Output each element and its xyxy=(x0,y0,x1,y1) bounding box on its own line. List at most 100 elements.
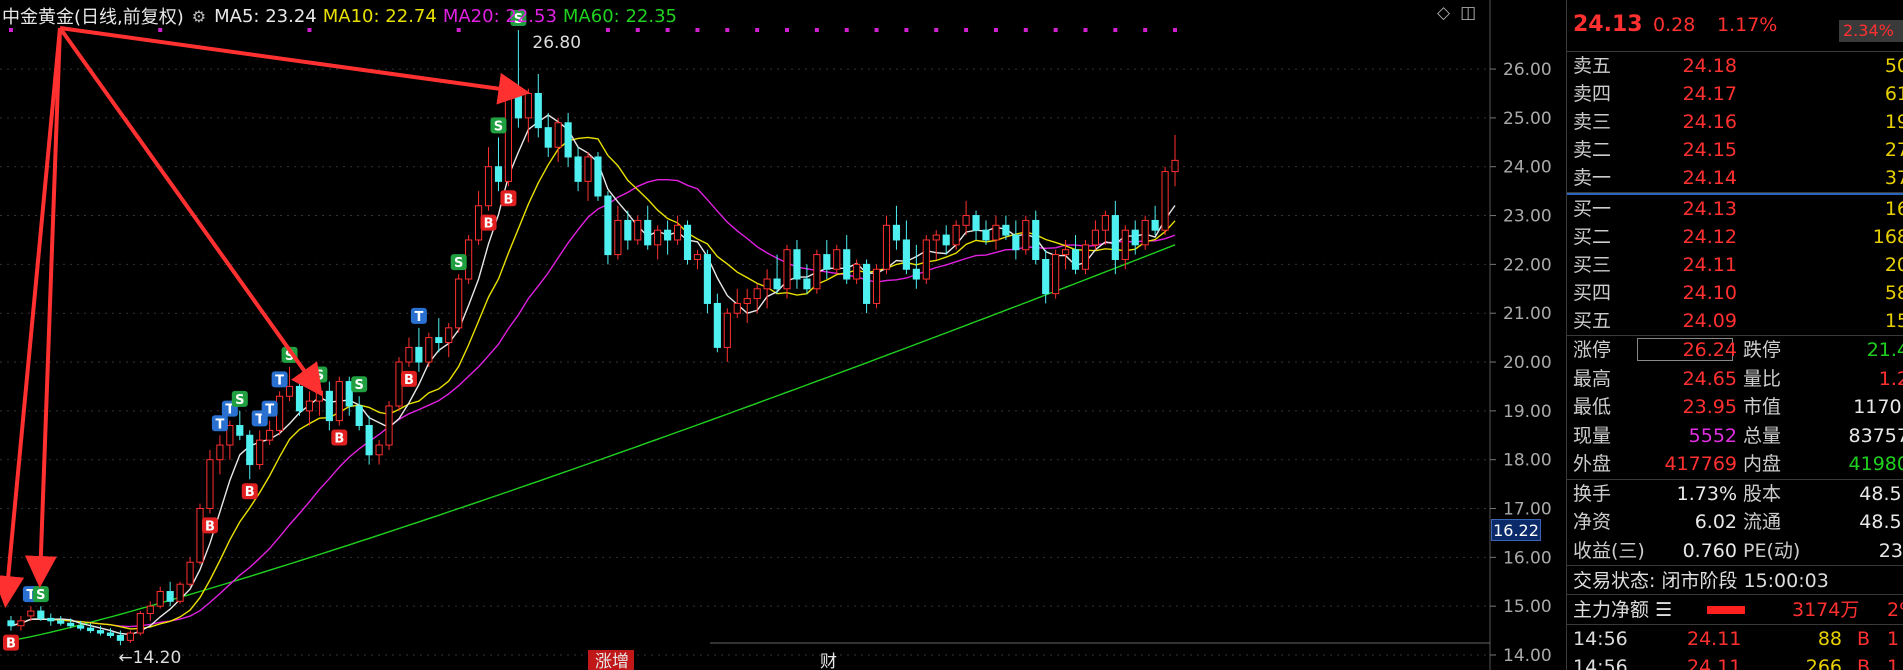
candle-body xyxy=(693,254,702,260)
ask-row[interactable]: 卖四 24.17 61 xyxy=(1567,80,1903,108)
bid-volume: 16 xyxy=(1884,198,1903,220)
kline-chart[interactable]: 26.00 25.00 24.00 23.00 22.00 21.00 20.00 19.00… xyxy=(0,0,1566,670)
candle-body xyxy=(624,219,632,241)
candle-body xyxy=(892,224,901,241)
candle-body xyxy=(932,234,940,241)
signal-dot xyxy=(1053,28,1058,32)
bid-label: 买五 xyxy=(1573,310,1612,332)
bid-label: 买二 xyxy=(1573,226,1612,248)
window-toggle-icon[interactable]: ◫ xyxy=(1460,3,1476,23)
diamond-icon[interactable]: ◇ xyxy=(1437,3,1450,23)
signal-dot xyxy=(1113,28,1118,32)
ask-label: 卖五 xyxy=(1573,55,1612,77)
candle-body xyxy=(763,278,771,290)
ma5-label: MA5: 23.24 xyxy=(214,5,317,27)
candle-body xyxy=(295,385,304,412)
stat-label-2: 总量 xyxy=(1743,424,1782,447)
y-tick-label: 24.00 xyxy=(1503,158,1552,178)
candle-body xyxy=(305,400,314,412)
stat-value-2: 41980 xyxy=(1848,453,1903,475)
tick-dir: B xyxy=(1857,628,1871,650)
candle-body xyxy=(176,583,184,602)
candle-body xyxy=(773,278,781,290)
sector-badge[interactable]: 2.34% xyxy=(1839,20,1903,42)
settings-gear-icon[interactable]: ⚙ xyxy=(192,7,206,26)
tick-row[interactable]: 14:56 24.11 88 B 1 xyxy=(1567,625,1903,653)
ask-book: 卖五 24.18 50 卖四 24.17 61 卖三 24.16 19 卖二 24.15 27 卖一 24… xyxy=(1567,52,1903,193)
candle-body xyxy=(683,224,692,260)
candle-body xyxy=(1101,215,1109,231)
tick-qty: 266 xyxy=(1805,656,1842,670)
stat-row: 现量 5552 总量 83757 xyxy=(1567,422,1903,451)
candle-body xyxy=(27,610,35,617)
candle-body xyxy=(425,337,433,363)
tick-row[interactable]: 14:56 24.11 266 B 1 xyxy=(1567,653,1903,670)
ask-label: 卖四 xyxy=(1573,83,1612,105)
signal-marker-text: S xyxy=(235,393,244,408)
price-change: 0.28 xyxy=(1653,14,1696,36)
stat-label: 涨停 xyxy=(1573,339,1612,361)
candle-body xyxy=(554,122,562,148)
candle-body xyxy=(206,459,214,510)
tick-list[interactable]: 14:56 24.11 88 B 1 14:56 24.11 266 B 1 xyxy=(1567,625,1903,670)
candle-body xyxy=(962,215,970,226)
bid-row[interactable]: 买五 24.09 15 xyxy=(1567,307,1903,335)
bid-row[interactable]: 买二 24.12 168 xyxy=(1567,223,1903,251)
bid-row[interactable]: 买一 24.13 16 xyxy=(1567,195,1903,223)
signal-dot xyxy=(934,28,939,32)
tick-dir: B xyxy=(1857,656,1871,670)
tick-price: 24.11 xyxy=(1687,656,1742,670)
candle-body xyxy=(1131,229,1139,246)
bid-volume: 15 xyxy=(1884,310,1903,332)
ask-row[interactable]: 卖二 24.15 27 xyxy=(1567,136,1903,164)
ask-volume: 37 xyxy=(1884,167,1903,189)
bid-row[interactable]: 买三 24.11 20 xyxy=(1567,251,1903,279)
stat-value: 24.65 xyxy=(1682,367,1737,390)
y-tick-label: 17.00 xyxy=(1503,500,1552,520)
y-tick-label: 26.00 xyxy=(1503,60,1552,80)
main-flow-value: 3174万 xyxy=(1792,599,1860,621)
ask-row[interactable]: 卖三 24.16 19 xyxy=(1567,108,1903,136)
stat-row: 换手 1.73% 股本 48.5( xyxy=(1567,480,1903,509)
candle-body xyxy=(266,429,274,441)
ask-label: 卖一 xyxy=(1573,167,1612,189)
signal-marker-text: S xyxy=(36,588,45,603)
stat-label-2: 量比 xyxy=(1743,367,1782,390)
high-price-label: 26.80 xyxy=(532,33,581,53)
candle-body xyxy=(574,156,582,182)
candle-body xyxy=(813,254,821,290)
bid-book: 买一 24.13 16 买二 24.12 168 买三 24.11 20 买四 24.10 58 买五 2… xyxy=(1567,195,1903,336)
tick-price: 24.11 xyxy=(1687,628,1742,650)
signal-marker-text: T xyxy=(215,417,224,432)
ask-row[interactable]: 卖一 24.14 37 xyxy=(1567,164,1903,192)
main-flow-row[interactable]: 主力净额 ☰ 3174万 2% xyxy=(1567,595,1903,625)
signal-marker-text: S xyxy=(315,368,324,383)
tick-time: 14:56 xyxy=(1573,628,1628,650)
y-tick-label: 21.00 xyxy=(1503,304,1552,324)
tick-extra: 1 xyxy=(1887,656,1900,670)
candle-body xyxy=(823,254,831,270)
candle-body xyxy=(833,249,841,270)
price-change-pct: 1.17% xyxy=(1717,14,1778,36)
bid-label: 买三 xyxy=(1573,254,1612,276)
stat-label: 换手 xyxy=(1573,482,1612,505)
candle-body xyxy=(86,627,95,632)
stat-value-2: 21.4 xyxy=(1866,339,1903,361)
ask-row[interactable]: 卖五 24.18 50 xyxy=(1567,52,1903,80)
kline-chart-area[interactable]: 26.00 25.00 24.00 23.00 22.00 21.00 20.00 19.00… xyxy=(0,0,1552,670)
candle-body xyxy=(484,166,493,207)
candle-body xyxy=(375,444,383,456)
candle-body xyxy=(982,229,990,241)
ask-volume: 50 xyxy=(1884,55,1903,77)
bid-price: 24.12 xyxy=(1682,226,1737,248)
signal-marker-text: B xyxy=(484,217,494,232)
candle-body xyxy=(1062,249,1070,256)
stat-label-2: 流通 xyxy=(1743,511,1782,533)
ask-price: 24.14 xyxy=(1682,167,1737,189)
quote-panel: 24.13 0.28 1.17% 2.34% 卖五 24.18 50 卖四 24.17 6… xyxy=(1566,0,1903,670)
bid-row[interactable]: 买四 24.10 58 xyxy=(1567,279,1903,307)
candle-body xyxy=(902,239,910,270)
stat-value: 6.02 xyxy=(1694,511,1737,533)
candle-body xyxy=(863,263,871,304)
annotation-arrow xyxy=(58,26,323,397)
